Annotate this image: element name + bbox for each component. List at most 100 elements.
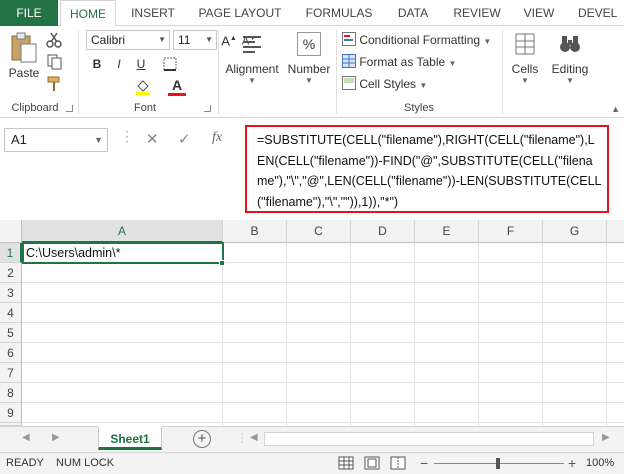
- next-sheet-icon[interactable]: ▶: [52, 432, 60, 443]
- tab-view[interactable]: VIEW: [516, 0, 562, 26]
- font-launcher-icon[interactable]: [204, 105, 211, 112]
- page-break-view-icon[interactable]: [390, 456, 406, 470]
- column-header[interactable]: G: [543, 220, 607, 243]
- zoom-level[interactable]: 100%: [586, 457, 614, 469]
- row-header[interactable]: 4: [0, 303, 22, 323]
- number-format-button[interactable]: % Number ▼: [286, 30, 332, 88]
- status-bar: READY NUM LOCK − + 100%: [0, 452, 624, 474]
- copy-icon[interactable]: [46, 54, 62, 70]
- binoculars-icon: [560, 36, 580, 52]
- tab-home[interactable]: HOME: [60, 0, 116, 27]
- add-sheet-icon[interactable]: +: [193, 430, 211, 448]
- cut-icon[interactable]: [46, 32, 62, 48]
- paste-label: Paste: [8, 66, 40, 80]
- tab-data[interactable]: DATA: [388, 0, 438, 26]
- column-header[interactable]: F: [479, 220, 543, 243]
- splitter-icon[interactable]: ⋮: [236, 431, 248, 445]
- zoom-in-icon[interactable]: +: [568, 455, 576, 471]
- tab-insert[interactable]: INSERT: [120, 0, 186, 26]
- chevron-down-icon: ▼: [205, 35, 213, 44]
- editing-button[interactable]: Editing ▼: [548, 30, 592, 88]
- fill-color-icon[interactable]: [134, 78, 154, 96]
- cell-styles-icon: [342, 76, 356, 90]
- worksheet-grid[interactable]: A B C D E F G 1 2 3 4 5 6 7 8 9 C:\Users…: [0, 218, 624, 426]
- grid-line: [22, 402, 624, 403]
- sheet-tab-bar: ◀ ▶ Sheet1 + ⋮ ◀ ▶: [0, 426, 624, 452]
- grid-line: [222, 243, 223, 426]
- chevron-down-icon: ▼: [248, 76, 256, 85]
- column-header[interactable]: D: [351, 220, 415, 243]
- grid-line: [22, 422, 624, 423]
- grid-line: [22, 302, 624, 303]
- column-header[interactable]: C: [287, 220, 351, 243]
- row-header[interactable]: 1: [0, 243, 22, 263]
- italic-button[interactable]: I: [110, 55, 128, 73]
- horizontal-scrollbar[interactable]: [264, 432, 594, 446]
- page-layout-view-icon[interactable]: [364, 456, 380, 470]
- cells-button[interactable]: Cells ▼: [506, 30, 544, 88]
- tab-file[interactable]: FILE: [0, 0, 58, 26]
- clipboard-icon: [11, 32, 37, 63]
- tab-page-layout[interactable]: PAGE LAYOUT: [190, 0, 290, 26]
- clipboard-launcher-icon[interactable]: [66, 105, 73, 112]
- scroll-left-icon[interactable]: ◀: [250, 432, 258, 443]
- status-num-lock: NUM LOCK: [56, 457, 115, 469]
- group-separator: [78, 30, 79, 114]
- name-box[interactable]: A1 ▼: [4, 128, 108, 152]
- sheet-tab[interactable]: Sheet1: [98, 426, 162, 450]
- row-header[interactable]: 8: [0, 383, 22, 403]
- tab-formulas[interactable]: FORMULAS: [296, 0, 382, 26]
- prev-sheet-icon[interactable]: ◀: [22, 432, 30, 443]
- zoom-slider-thumb[interactable]: [496, 458, 500, 469]
- status-ready: READY: [6, 457, 44, 469]
- group-separator: [502, 30, 503, 114]
- collapse-ribbon-icon[interactable]: ▲: [611, 104, 620, 114]
- normal-view-icon[interactable]: [338, 456, 354, 470]
- formula-bar: A1 ▼ ⋮ ✕ ✓ fx =SUBSTITUTE(CELL("filename…: [0, 118, 624, 218]
- grid-line: [22, 322, 624, 323]
- borders-icon[interactable]: [162, 56, 180, 72]
- more-options-icon: ⋮: [120, 128, 134, 144]
- chevron-down-icon: ▼: [483, 37, 492, 46]
- column-header[interactable]: A: [22, 220, 223, 243]
- row-header[interactable]: 2: [0, 263, 22, 283]
- ribbon-tab-bar: FILE HOME INSERT PAGE LAYOUT FORMULAS DA…: [0, 0, 624, 27]
- cancel-icon[interactable]: ✕: [146, 130, 159, 148]
- active-cell-border: [22, 242, 224, 264]
- row-header[interactable]: 5: [0, 323, 22, 343]
- row-header[interactable]: 3: [0, 283, 22, 303]
- fill-handle[interactable]: [219, 260, 225, 266]
- select-all-button[interactable]: [0, 220, 22, 243]
- font-color-button[interactable]: A: [168, 76, 186, 96]
- chevron-down-icon: ▼: [448, 59, 457, 68]
- underline-button[interactable]: U: [132, 55, 150, 73]
- insert-function-button[interactable]: fx: [212, 130, 222, 146]
- editing-label: Editing: [551, 62, 589, 76]
- row-header[interactable]: 9: [0, 403, 22, 423]
- column-header[interactable]: E: [415, 220, 479, 243]
- font-name-combo[interactable]: Calibri ▼: [86, 30, 170, 50]
- format-as-table-button[interactable]: Format as Table ▼: [342, 52, 456, 72]
- bold-button[interactable]: B: [88, 55, 106, 73]
- conditional-formatting-button[interactable]: Conditional Formatting ▼: [342, 30, 491, 50]
- conditional-formatting-label: Conditional Formatting: [359, 33, 481, 47]
- tab-developer[interactable]: DEVEL: [572, 0, 624, 26]
- column-header[interactable]: [607, 220, 624, 243]
- row-header[interactable]: 6: [0, 343, 22, 363]
- cells-icon: [515, 33, 535, 55]
- zoom-out-icon[interactable]: −: [420, 455, 428, 471]
- column-header[interactable]: B: [223, 220, 287, 243]
- paste-button[interactable]: Paste: [4, 30, 44, 88]
- cell-styles-button[interactable]: Cell Styles ▼: [342, 74, 427, 94]
- clipboard-group-label: Clipboard: [11, 102, 59, 114]
- row-header[interactable]: 7: [0, 363, 22, 383]
- format-painter-icon[interactable]: [46, 76, 62, 92]
- font-size-combo[interactable]: 11 ▼: [173, 30, 217, 50]
- tab-review[interactable]: REVIEW: [446, 0, 508, 26]
- alignment-button[interactable]: Alignment ▼: [222, 30, 282, 88]
- enter-icon[interactable]: ✓: [178, 130, 191, 148]
- grid-line: [606, 243, 607, 426]
- cells-label: Cells: [511, 62, 539, 76]
- scroll-right-icon[interactable]: ▶: [602, 432, 610, 443]
- formula-input[interactable]: =SUBSTITUTE(CELL("filename"),RIGHT(CELL(…: [245, 125, 609, 213]
